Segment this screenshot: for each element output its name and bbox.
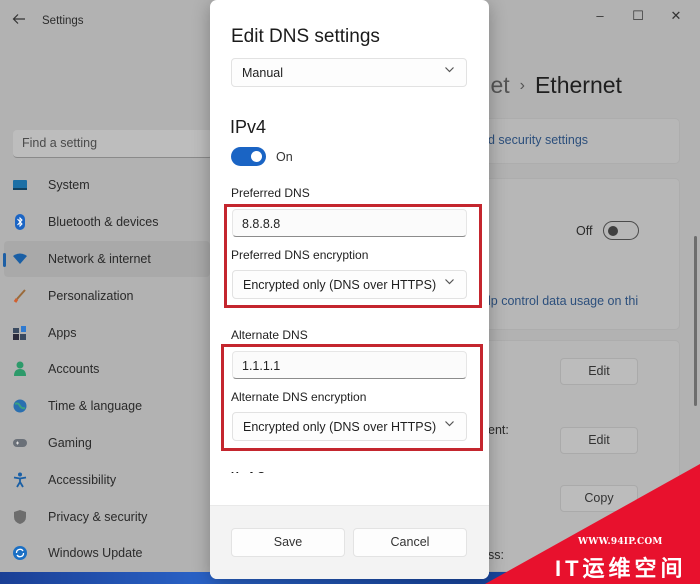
sidebar-item-personalization[interactable]: Personalization [4, 277, 210, 314]
ipv4-heading: IPv4 [230, 117, 267, 137]
toggle-knob [251, 151, 262, 162]
alternate-encryption-label: Alternate DNS encryption [231, 390, 367, 404]
sidebar-nav: System Bluetooth & devices Network & int… [3, 167, 210, 572]
security-settings-link[interactable]: d security settings [488, 133, 588, 147]
shield-icon [12, 509, 28, 525]
preferred-dns-input[interactable]: 8.8.8.8 [232, 209, 467, 237]
ipv4-toggle-label: On [276, 150, 293, 164]
dns-assignment-label: ent: [488, 423, 509, 437]
ipv6-heading: IPv6 [230, 472, 266, 482]
dns-mode-select[interactable]: Manual [231, 58, 467, 87]
sidebar-item-accounts[interactable]: Accounts [4, 351, 210, 388]
close-button[interactable]: ✕ [662, 6, 690, 26]
bluetooth-icon [12, 214, 28, 231]
sidebar-item-bluetooth[interactable]: Bluetooth & devices [4, 204, 210, 241]
copy-button[interactable]: Copy [560, 485, 638, 512]
sidebar-item-time-language[interactable]: Time & language [4, 388, 210, 425]
chevron-down-icon [444, 64, 455, 78]
alternate-dns-label: Alternate DNS [231, 328, 308, 342]
back-button[interactable] [12, 12, 28, 30]
save-button[interactable]: Save [231, 528, 345, 557]
scrollbar[interactable] [694, 236, 697, 406]
sidebar-item-accessibility[interactable]: Accessibility [4, 461, 210, 498]
dialog-footer: Save Cancel [210, 505, 489, 579]
gamepad-icon [12, 435, 28, 451]
minimize-button[interactable]: – [586, 6, 614, 26]
sidebar-item-apps[interactable]: Apps [4, 314, 210, 351]
address-label: ss: [488, 548, 504, 562]
maximize-button[interactable]: ☐ [624, 6, 652, 26]
sidebar-item-network[interactable]: Network & internet [3, 240, 210, 278]
breadcrumb-separator: › [519, 77, 525, 94]
accessibility-icon [12, 472, 28, 488]
sidebar-item-system[interactable]: System [4, 167, 210, 204]
search-placeholder: Find a setting [22, 136, 98, 150]
app-title: Settings [42, 15, 84, 27]
globe-clock-icon [12, 398, 28, 414]
edit-dns-button[interactable]: Edit [560, 427, 638, 454]
preferred-dns-label: Preferred DNS [231, 186, 310, 200]
preferred-encryption-select[interactable]: Encrypted only (DNS over HTTPS) [232, 270, 467, 299]
chevron-down-icon [444, 276, 455, 290]
alternate-encryption-select[interactable]: Encrypted only (DNS over HTTPS) [232, 412, 467, 441]
dialog-title: Edit DNS settings [231, 26, 380, 47]
data-usage-link[interactable]: lp control data usage on thi [488, 294, 638, 308]
dns-mode-value: Manual [242, 66, 283, 80]
search-input[interactable]: Find a setting [13, 130, 213, 158]
alternate-dns-input[interactable]: 1.1.1.1 [232, 351, 467, 379]
apps-icon [12, 325, 28, 341]
back-arrow-icon [12, 14, 25, 24]
update-icon [12, 545, 28, 561]
ipv4-toggle[interactable] [231, 147, 266, 166]
metered-toggle-label: Off [576, 224, 593, 238]
metered-connection-toggle[interactable] [603, 221, 639, 240]
sidebar-item-privacy[interactable]: Privacy & security [4, 498, 210, 535]
cancel-button[interactable]: Cancel [353, 528, 467, 557]
toggle-knob [608, 225, 618, 236]
preferred-encryption-label: Preferred DNS encryption [231, 248, 369, 262]
page-title: Ethernet [534, 72, 622, 98]
edit-ip-button[interactable]: Edit [560, 358, 638, 385]
breadcrumb: rnet › Ethernet [470, 72, 622, 99]
person-icon [12, 361, 28, 377]
wifi-icon [12, 251, 28, 267]
selected-indicator [3, 252, 6, 267]
sidebar-item-windows-update[interactable]: Windows Update [4, 535, 210, 572]
brush-icon [12, 288, 28, 304]
chevron-down-icon [444, 418, 455, 432]
monitor-icon [12, 177, 28, 193]
edit-dns-dialog: Edit DNS settings Manual IPv4 On Preferr… [210, 0, 489, 579]
sidebar-item-gaming[interactable]: Gaming [4, 425, 210, 462]
